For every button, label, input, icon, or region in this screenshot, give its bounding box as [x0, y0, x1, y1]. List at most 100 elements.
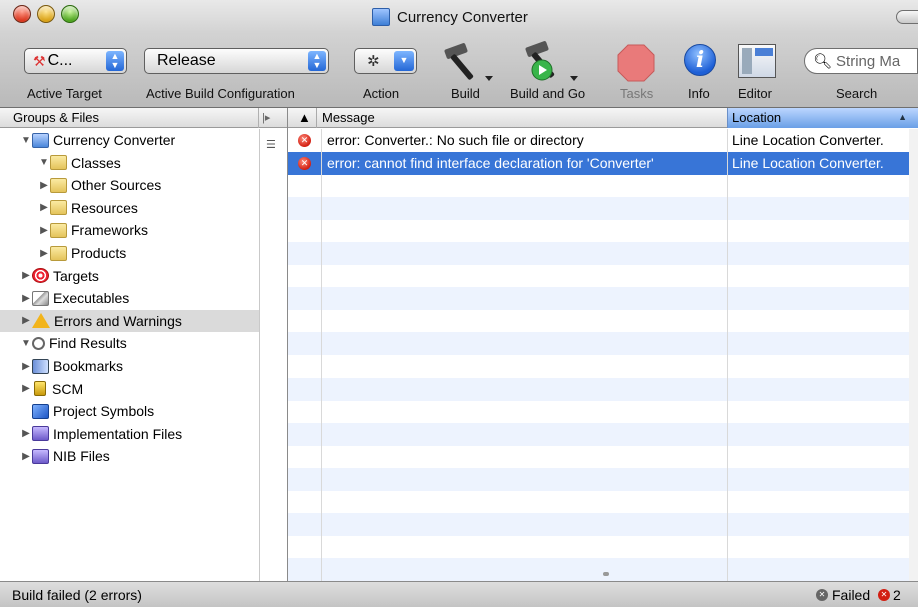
sidebar-item[interactable]: ▼ Classes: [0, 152, 259, 174]
table-row[interactable]: ✕ error: Converter.: No such file or dire…: [288, 129, 909, 152]
column-message-header[interactable]: Message: [322, 110, 375, 125]
empty-row: [288, 445, 909, 468]
error-location: Line Location Converter.: [732, 154, 884, 171]
sidebar-item[interactable]: ▶ Implementation Files: [0, 423, 259, 445]
sidebar-item[interactable]: ▶ Errors and Warnings: [0, 309, 259, 332]
sidebar-item-label: Frameworks: [71, 222, 149, 239]
build-configuration-popup[interactable]: Release ▲ ▼: [144, 48, 329, 74]
toolbar-toggle-button[interactable]: [896, 10, 918, 24]
sidebar-item-label: NIB Files: [53, 448, 110, 465]
disclosure-collapsed-icon[interactable]: ▶: [20, 315, 32, 326]
search-field[interactable]: 🔍︎ String Ma: [804, 48, 918, 74]
disclosure-collapsed-icon[interactable]: ▶: [20, 451, 32, 462]
minimize-window-button[interactable]: [37, 5, 55, 23]
symbols-icon: [32, 403, 49, 419]
empty-row: [288, 400, 909, 423]
action-label: Action: [363, 86, 400, 101]
editor-label: Editor: [738, 86, 772, 101]
split-resize-handle[interactable]: [603, 572, 609, 576]
empty-row: [288, 377, 909, 401]
empty-row: [288, 174, 909, 197]
disclosure-collapsed-icon[interactable]: ▶: [38, 202, 50, 213]
search-placeholder: String Ma: [836, 52, 901, 70]
empty-row: [288, 468, 909, 491]
close-window-button[interactable]: [13, 5, 31, 23]
sidebar-item[interactable]: ▶ NIB Files: [0, 445, 259, 467]
results-scrollbar[interactable]: [909, 129, 918, 581]
window-toolbar: Currency Converter ⚒ C... ▲ ▼ Release ▲ ▼ …: [0, 0, 918, 108]
editor-icon[interactable]: [738, 44, 776, 78]
sidebar-item-label: Find Results: [49, 335, 127, 352]
sidebar-item[interactable]: ▶ Products: [0, 242, 259, 264]
zoom-window-button[interactable]: [61, 5, 79, 23]
column-icon-header[interactable]: ▲: [298, 110, 311, 125]
build-configuration-label: Active Build Configuration: [146, 86, 295, 101]
empty-row: [288, 491, 909, 514]
project-icon: [32, 132, 49, 148]
build-status-text: Build failed (2 errors): [12, 587, 142, 603]
target-icon: [32, 268, 49, 284]
build-failed-indicator[interactable]: ✕ Failed: [816, 587, 870, 603]
error-count-indicator[interactable]: ✕ 2: [878, 587, 901, 603]
tasks-label: Tasks: [620, 86, 654, 101]
disclosure-expanded-icon[interactable]: ▼: [20, 338, 32, 349]
disclosure-collapsed-icon[interactable]: ▶: [20, 428, 32, 439]
disclosure-expanded-icon[interactable]: ▼: [20, 135, 32, 146]
stop-tasks-icon[interactable]: [617, 44, 655, 82]
disclosure-collapsed-icon[interactable]: ▶: [38, 225, 50, 236]
pane-splitter-icon[interactable]: |▸: [262, 111, 270, 124]
popup-arrows-icon: ▲ ▼: [308, 51, 326, 71]
groups-tree: ▼ Currency Converter ▼ Classes ▶ Other Source…: [0, 129, 259, 579]
empty-row: [288, 196, 909, 220]
scm-icon: [34, 381, 46, 397]
sidebar-item[interactable]: ▶ Targets: [0, 265, 259, 287]
active-target-popup[interactable]: ⚒ C... ▲ ▼: [24, 48, 127, 74]
folder-icon: [50, 222, 67, 238]
sidebar-item[interactable]: ▼ Find Results: [0, 332, 259, 354]
sidebar-item[interactable]: ▼ Currency Converter: [0, 129, 259, 151]
column-location-label: Location: [732, 110, 782, 125]
sidebar-item[interactable]: ▶ SCM: [0, 378, 259, 400]
empty-row: [288, 513, 909, 537]
sidebar-item-label: Resources: [71, 199, 138, 216]
column-location-header[interactable]: Location ▲: [727, 108, 918, 128]
empty-row: [288, 265, 909, 288]
failed-icon: ✕: [816, 589, 828, 601]
bookmark-icon: [32, 358, 49, 374]
sidebar-item[interactable]: ▶ Other Sources: [0, 174, 259, 196]
detail-list-icon[interactable]: ☰: [266, 138, 276, 151]
sidebar-item-label: Other Sources: [71, 177, 162, 194]
disclosure-expanded-icon[interactable]: ▼: [38, 157, 50, 168]
sidebar-item-label: SCM: [52, 380, 84, 397]
disclosure-collapsed-icon[interactable]: ▶: [38, 180, 50, 191]
sidebar-item[interactable]: ▶ Frameworks: [0, 219, 259, 241]
active-target-label: Active Target: [27, 86, 102, 101]
disclosure-collapsed-icon[interactable]: ▶: [38, 248, 50, 259]
status-bar: Build failed (2 errors) ✕ Failed ✕ 2: [0, 581, 918, 607]
table-row[interactable]: ✕ error: cannot find interface declaratio…: [288, 151, 909, 175]
sidebar-item[interactable]: ▶ Resources: [0, 197, 259, 219]
sidebar-item[interactable]: ▶ Executables: [0, 287, 259, 309]
error-message: error: cannot find interface declaration…: [327, 154, 654, 171]
empty-row: [288, 422, 909, 446]
disclosure-collapsed-icon[interactable]: ▶: [20, 361, 32, 372]
magnifier-icon: [32, 336, 45, 350]
sidebar-item[interactable]: ▶ Bookmarks: [0, 355, 259, 377]
results-column-header: ▲ Message Location ▲: [288, 108, 918, 128]
disclosure-collapsed-icon[interactable]: ▶: [20, 383, 32, 394]
active-target-value: C...: [47, 52, 73, 69]
search-icon: 🔍︎: [813, 53, 833, 70]
chevron-down-icon: ▼: [394, 51, 414, 71]
sidebar-item-label: Targets: [53, 267, 99, 284]
action-menu-button[interactable]: ✲ ▼: [354, 48, 417, 74]
error-message: error: Converter.: No such file or direc…: [327, 132, 584, 148]
folder-icon: [50, 155, 67, 171]
build-hammer-icon[interactable]: [439, 40, 495, 84]
detail-column-strip: ☰: [259, 129, 287, 581]
disclosure-collapsed-icon[interactable]: ▶: [20, 293, 32, 304]
build-and-go-icon[interactable]: [522, 40, 582, 84]
info-icon[interactable]: i: [684, 44, 716, 76]
failed-label: Failed: [832, 587, 871, 603]
sidebar-item[interactable]: Project Symbols: [0, 400, 259, 422]
disclosure-collapsed-icon[interactable]: ▶: [20, 270, 32, 281]
